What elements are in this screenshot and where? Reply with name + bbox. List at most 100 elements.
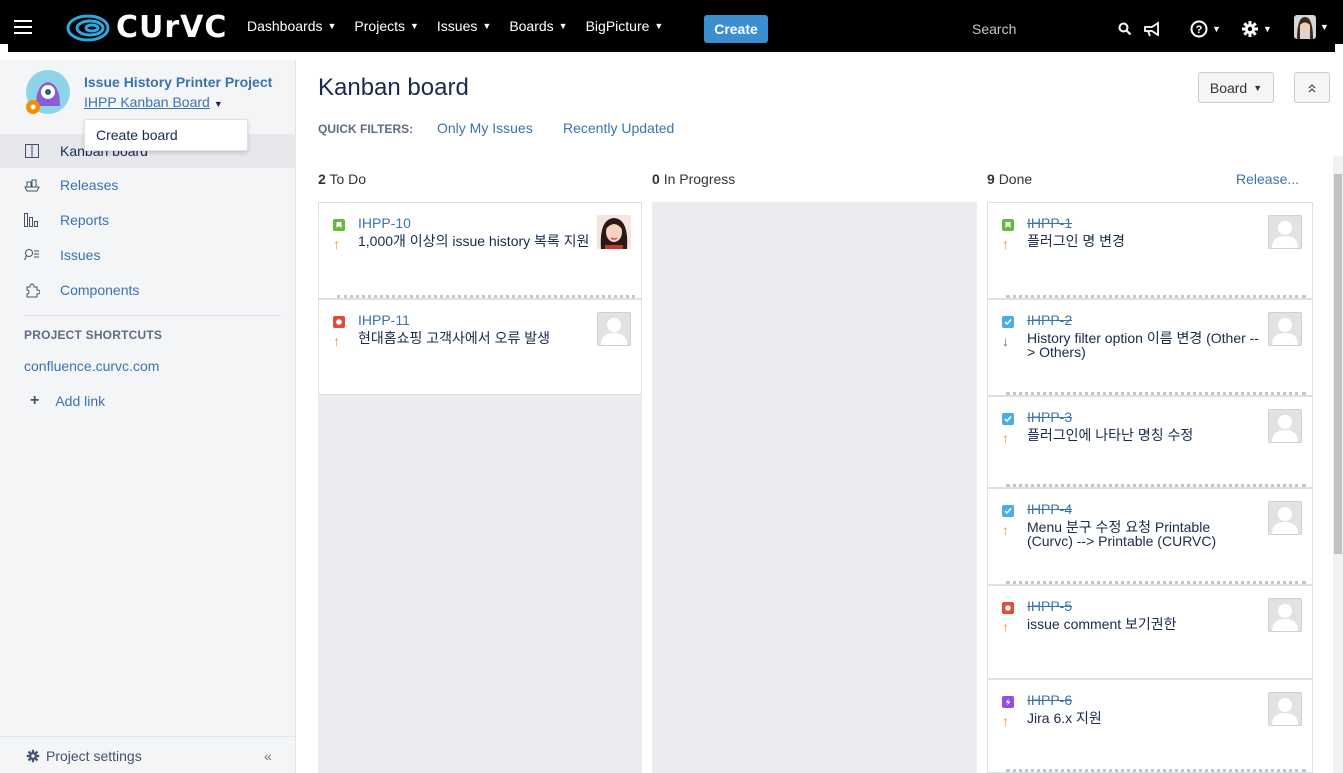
page-scrollbar[interactable] xyxy=(1333,156,1343,773)
issue-summary: 1,000개 이상의 issue history 복록 지원 xyxy=(358,233,590,249)
project-settings-link[interactable]: Project settings xyxy=(26,748,142,764)
issue-card[interactable]: ↑ IHPP-11 현대홈쇼핑 고객사에서 오류 발생 xyxy=(318,299,642,395)
assignee-avatar[interactable] xyxy=(1268,598,1302,632)
sidebar-item-label: Releases xyxy=(60,177,119,193)
issue-key[interactable]: IHPP-3 xyxy=(1027,409,1072,425)
feedback-megaphone-icon[interactable] xyxy=(1143,18,1161,40)
bug-icon xyxy=(1002,602,1014,614)
priority-up-icon: ↑ xyxy=(1002,522,1009,538)
assignee-avatar[interactable] xyxy=(1268,409,1302,443)
column-name: To Do xyxy=(329,171,367,187)
card-footer-dots xyxy=(1006,392,1306,395)
board-menu-button[interactable]: Board ▼ xyxy=(1198,72,1274,103)
search-input[interactable]: Search xyxy=(958,14,1138,44)
nav-projects[interactable]: Projects ▼ xyxy=(354,18,419,34)
help-icon[interactable]: ? ▼ xyxy=(1190,18,1221,40)
issue-card[interactable]: ↑ IHPP-4 Menu 분구 수정 요청 Printable (Curvc)… xyxy=(987,488,1313,585)
priority-up-icon: ↑ xyxy=(1002,619,1009,635)
shortcuts-heading: PROJECT SHORTCUTS xyxy=(24,328,163,342)
release-link[interactable]: Release... xyxy=(1236,171,1299,187)
issue-key[interactable]: IHPP-5 xyxy=(1027,598,1072,614)
assignee-avatar[interactable] xyxy=(1268,312,1302,346)
issue-key[interactable]: IHPP-1 xyxy=(1027,215,1072,231)
search-icon[interactable] xyxy=(1118,22,1132,36)
collapse-header-button[interactable] xyxy=(1294,72,1330,103)
chevron-down-icon: ▼ xyxy=(1212,24,1221,34)
sidebar-item-label: Components xyxy=(60,282,140,298)
curvc-swirl-icon xyxy=(66,14,110,42)
issue-key[interactable]: IHPP-6 xyxy=(1027,692,1072,708)
column-in-progress xyxy=(652,202,977,773)
assignee-avatar[interactable] xyxy=(1268,692,1302,726)
issue-key[interactable]: IHPP-4 xyxy=(1027,501,1072,517)
board-icon xyxy=(24,143,40,159)
project-name[interactable]: Issue History Printer Project xyxy=(84,74,272,90)
issue-card[interactable]: ↑ IHPP-3 플러그인에 나타난 명칭 수정 xyxy=(987,396,1313,488)
sidebar-item-components[interactable]: Components xyxy=(0,273,296,307)
chevron-down-icon: ▼ xyxy=(1320,22,1329,32)
board-menu-label: Board xyxy=(1209,79,1248,96)
user-avatar-image xyxy=(1294,15,1316,39)
svg-text:?: ? xyxy=(1196,24,1203,36)
user-avatar[interactable]: ▼ xyxy=(1294,15,1329,39)
issue-summary: Menu 분구 수정 요청 Printable (Curvc) --> Prin… xyxy=(1027,519,1217,549)
logo-text: CUrVC xyxy=(116,10,228,45)
board-switcher[interactable]: IHPP Kanban Board ▼ xyxy=(84,94,223,110)
reports-icon xyxy=(24,212,40,228)
create-board-menu-item[interactable]: Create board xyxy=(84,119,248,151)
column-name: Done xyxy=(998,171,1033,187)
epic-lightning-icon xyxy=(1002,696,1014,708)
project-avatar-icon[interactable] xyxy=(24,68,70,116)
chevron-down-icon: ▼ xyxy=(1263,24,1272,34)
chevron-down-icon: ▼ xyxy=(327,21,337,31)
issue-key[interactable]: IHPP-2 xyxy=(1027,312,1072,328)
issue-card[interactable]: ↑ IHPP-6 Jira 6.x 지원 xyxy=(987,679,1313,773)
scrollbar-thumb[interactable] xyxy=(1334,174,1342,554)
card-footer-dots xyxy=(1006,581,1306,584)
sidebar-item-reports[interactable]: Reports xyxy=(0,203,296,237)
project-settings-label: Project settings xyxy=(46,748,142,764)
quick-filter-recently-updated[interactable]: Recently Updated xyxy=(563,120,674,136)
issue-key[interactable]: IHPP-11 xyxy=(358,312,410,328)
assignee-avatar[interactable] xyxy=(1268,215,1302,249)
issue-card[interactable]: ↓ IHPP-2 History filter option 이름 변경 (Ot… xyxy=(987,299,1313,396)
nav-boards[interactable]: Boards ▼ xyxy=(509,18,567,34)
create-button[interactable]: Create xyxy=(704,15,768,43)
nav-dashboards[interactable]: Dashboards ▼ xyxy=(247,18,336,34)
issue-key[interactable]: IHPP-10 xyxy=(358,215,411,231)
nav-issues[interactable]: Issues ▼ xyxy=(437,18,491,34)
shortcut-link-confluence[interactable]: confluence.curvc.com xyxy=(24,358,159,374)
card-footer-dots xyxy=(337,295,635,298)
quick-filter-only-my-issues[interactable]: Only My Issues xyxy=(437,120,533,136)
sidebar-item-issues[interactable]: Issues xyxy=(0,238,296,272)
assignee-avatar[interactable] xyxy=(597,215,631,249)
settings-gear-icon[interactable]: ▼ xyxy=(1241,18,1272,40)
plus-icon: + xyxy=(30,392,40,409)
menu-icon[interactable] xyxy=(14,20,32,34)
assignee-avatar[interactable] xyxy=(1268,501,1302,535)
issue-card[interactable]: ↑ IHPP-10 1,000개 이상의 issue history 복록 지원 xyxy=(318,202,642,299)
priority-up-icon: ↑ xyxy=(333,236,340,252)
issue-summary: Jira 6.x 지원 xyxy=(1027,710,1102,726)
collapse-sidebar-button[interactable]: « xyxy=(264,748,272,764)
ship-icon xyxy=(24,177,40,193)
nav-bigpicture[interactable]: BigPicture ▼ xyxy=(586,18,664,34)
priority-up-icon: ↑ xyxy=(1002,236,1009,252)
sidebar-item-releases[interactable]: Releases xyxy=(0,168,296,202)
column-count: 0 xyxy=(652,171,660,187)
curvc-logo[interactable]: CUrVC xyxy=(66,10,228,45)
issue-card[interactable]: ↑ IHPP-1 플러그인 명 변경 xyxy=(987,202,1313,299)
issue-summary: issue comment 보기권한 xyxy=(1027,616,1177,632)
priority-up-icon: ↑ xyxy=(1002,430,1009,446)
chevron-down-icon: ▼ xyxy=(654,21,664,31)
assignee-avatar[interactable] xyxy=(597,312,631,346)
column-count: 2 xyxy=(318,171,326,187)
column-header-done: 9 Done xyxy=(987,171,1032,187)
story-icon xyxy=(1002,219,1014,231)
card-footer-dots xyxy=(1006,769,1306,772)
task-icon xyxy=(1002,316,1014,328)
chevron-down-icon: ▼ xyxy=(410,21,419,31)
issue-summary: 플러그인 명 변경 xyxy=(1027,233,1125,249)
issue-card[interactable]: ↑ IHPP-5 issue comment 보기권한 xyxy=(987,585,1313,679)
add-link-button[interactable]: + Add link xyxy=(30,392,105,410)
